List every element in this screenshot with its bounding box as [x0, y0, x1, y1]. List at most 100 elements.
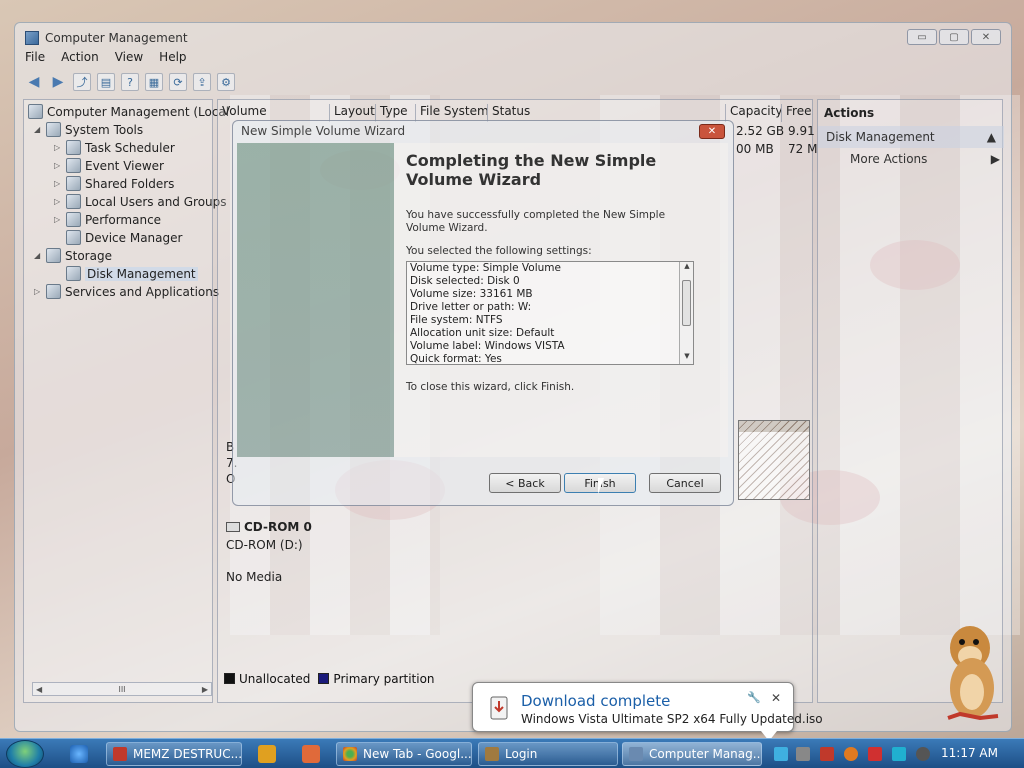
wrench-icon[interactable]: 🔧 — [747, 691, 761, 704]
memz-icon — [113, 747, 127, 761]
properties-icon[interactable]: ▦ — [145, 73, 163, 91]
notification-close-icon[interactable]: ✕ — [771, 691, 781, 705]
settings-summary-box[interactable]: Volume type: Simple Volume Disk selected… — [406, 261, 694, 365]
taskbar-item-login[interactable]: Login — [478, 742, 618, 766]
new-simple-volume-wizard: New Simple Volume Wizard ✕ Completing th… — [232, 120, 734, 506]
login-icon — [485, 747, 499, 761]
window-controls: ▭ ▢ ✕ — [907, 29, 1001, 45]
expand-arrow-icon[interactable]: ▷ — [54, 215, 62, 224]
up-folder-icon[interactable]: ⤴ — [73, 73, 91, 91]
menu-bar: File Action View Help — [25, 50, 187, 64]
export-list-icon[interactable]: ⇪ — [193, 73, 211, 91]
scroll-right-icon[interactable]: ▶ — [202, 685, 208, 694]
tray-search-icon[interactable] — [844, 747, 858, 761]
back-arrow-icon[interactable]: ◀ — [25, 73, 43, 91]
tree-item-storage[interactable]: ◢ Storage — [34, 248, 112, 263]
minimize-button[interactable]: ▭ — [907, 29, 937, 45]
users-icon — [66, 194, 81, 209]
wizard-side-banner — [237, 143, 394, 457]
column-header-capacity[interactable]: Capacity — [726, 104, 782, 122]
tree-item-event-viewer[interactable]: ▷ Event Viewer — [54, 158, 164, 173]
menu-action[interactable]: Action — [61, 50, 99, 64]
free-cell: 9.91 — [788, 124, 815, 138]
settings-scrollbar[interactable]: ▲ ▼ — [679, 262, 693, 364]
start-button[interactable] — [6, 740, 44, 768]
tree-item-device-manager[interactable]: Device Manager — [66, 230, 182, 245]
cdrom-drive: CD-ROM (D:) — [226, 538, 303, 552]
tree-item-local-users-groups[interactable]: ▷ Local Users and Groups — [54, 194, 227, 209]
expand-arrow-icon[interactable]: ▷ — [54, 179, 62, 188]
collapse-up-icon[interactable]: ▲ — [987, 130, 996, 144]
column-header-free[interactable]: Free — [782, 104, 812, 122]
taskbar-clock[interactable]: 11:17 AM — [941, 746, 998, 760]
device-manager-icon — [66, 230, 81, 245]
actions-section-disk-management[interactable]: Disk Management ▲ — [818, 126, 1004, 148]
taskbar-item-computer-management[interactable]: Computer Manag... — [622, 742, 762, 766]
tray-display-icon[interactable] — [892, 747, 906, 761]
wizard-close-button[interactable]: ✕ — [699, 124, 725, 139]
collapse-arrow-icon[interactable]: ◢ — [34, 251, 42, 260]
tray-network-icon[interactable] — [796, 747, 810, 761]
tree-item-performance[interactable]: ▷ Performance — [54, 212, 161, 227]
maximize-button[interactable]: ▢ — [939, 29, 969, 45]
disk-legend: Unallocated Primary partition — [224, 672, 435, 686]
window-titlebar[interactable]: Computer Management — [25, 27, 188, 49]
hamster-sprite — [947, 626, 999, 721]
actions-title: Actions — [824, 106, 875, 120]
cdrom-title: CD-ROM 0 — [226, 520, 322, 534]
forward-arrow-icon[interactable]: ▶ — [49, 73, 67, 91]
expand-arrow-icon[interactable]: ▷ — [54, 143, 62, 152]
notification-message[interactable]: Windows Vista Ultimate SP2 x64 Fully Upd… — [521, 712, 823, 726]
help-icon[interactable]: ? — [121, 73, 139, 91]
cdrom-disk-block[interactable]: CD-ROM 0 CD-ROM (D:) No Media — [226, 520, 322, 610]
show-hide-tree-icon[interactable]: ▤ — [97, 73, 115, 91]
tree-item-task-scheduler[interactable]: ▷ Task Scheduler — [54, 140, 175, 155]
unallocated-partition-block[interactable] — [738, 420, 810, 500]
expand-arrow-icon[interactable]: ▷ — [54, 161, 62, 170]
tree-item-services-applications[interactable]: ▷ Services and Applications — [34, 284, 219, 299]
tray-antivirus-icon[interactable] — [820, 747, 834, 761]
download-notification[interactable]: Download complete Windows Vista Ultimate… — [472, 682, 823, 741]
legend-primary-partition: Primary partition — [318, 672, 435, 686]
menu-file[interactable]: File — [25, 50, 45, 64]
menu-help[interactable]: Help — [159, 50, 186, 64]
submenu-arrow-icon: ▶ — [990, 152, 1000, 166]
tree-horizontal-scrollbar[interactable]: ◀ III ▶ — [32, 682, 212, 696]
cdrom-media-status: No Media — [226, 570, 283, 584]
tree-item-system-tools[interactable]: ◢ System Tools — [34, 122, 143, 137]
tree-item-shared-folders[interactable]: ▷ Shared Folders — [54, 176, 174, 191]
tree-item-disk-management[interactable]: Disk Management — [66, 266, 198, 281]
cancel-button[interactable]: Cancel — [649, 473, 721, 493]
navigation-tree: Computer Management (Local ◢ System Tool… — [23, 99, 229, 703]
performance-icon — [66, 212, 81, 227]
refresh-icon[interactable]: ⟳ — [169, 73, 187, 91]
scroll-left-icon[interactable]: ◀ — [36, 685, 42, 694]
expand-arrow-icon[interactable]: ▷ — [34, 287, 42, 296]
setting-line: Quick format: Yes — [410, 353, 502, 365]
back-button[interactable]: < Back — [489, 473, 561, 493]
scroll-down-icon[interactable]: ▼ — [680, 352, 693, 364]
wizard-body: Completing the New Simple Volume Wizard … — [394, 143, 728, 457]
media-player-icon[interactable] — [258, 745, 276, 763]
settings-icon[interactable]: ⚙ — [217, 73, 235, 91]
scroll-thumb[interactable]: III — [118, 685, 125, 694]
expand-arrow-icon[interactable]: ▷ — [54, 197, 62, 206]
storage-icon — [46, 248, 61, 263]
close-button[interactable]: ✕ — [971, 29, 1001, 45]
taskbar: MEMZ DESTRUC... New Tab - Googl... Login… — [0, 738, 1024, 768]
internet-explorer-icon[interactable] — [70, 745, 88, 763]
tree-item-computer-management[interactable]: Computer Management (Local — [28, 104, 229, 119]
more-actions-item[interactable]: More Actions ▶ — [850, 152, 1000, 166]
tray-bluetooth-icon[interactable] — [774, 747, 788, 761]
taskbar-item-new-tab[interactable]: New Tab - Googl... — [336, 742, 472, 766]
collapse-arrow-icon[interactable]: ◢ — [34, 125, 42, 134]
paint-icon[interactable] — [302, 745, 320, 763]
computer-management-icon — [629, 747, 643, 761]
scroll-thumb[interactable] — [682, 280, 691, 326]
tray-volume-icon[interactable] — [916, 747, 930, 761]
scroll-up-icon[interactable]: ▲ — [680, 262, 693, 274]
setting-line: Disk selected: Disk 0 — [410, 275, 520, 287]
menu-view[interactable]: View — [115, 50, 143, 64]
tray-flag-icon[interactable] — [868, 747, 882, 761]
taskbar-item-memz[interactable]: MEMZ DESTRUC... — [106, 742, 242, 766]
